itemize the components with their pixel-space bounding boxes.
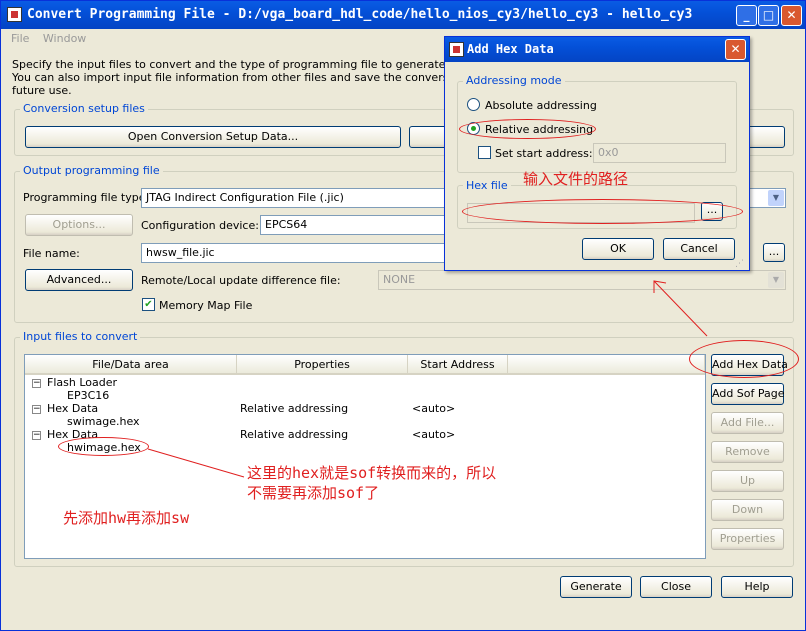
annotation-arrows <box>147 280 708 478</box>
arrow-line-to-hwimage <box>147 448 245 478</box>
arrow-line-to-dialog <box>653 280 708 337</box>
